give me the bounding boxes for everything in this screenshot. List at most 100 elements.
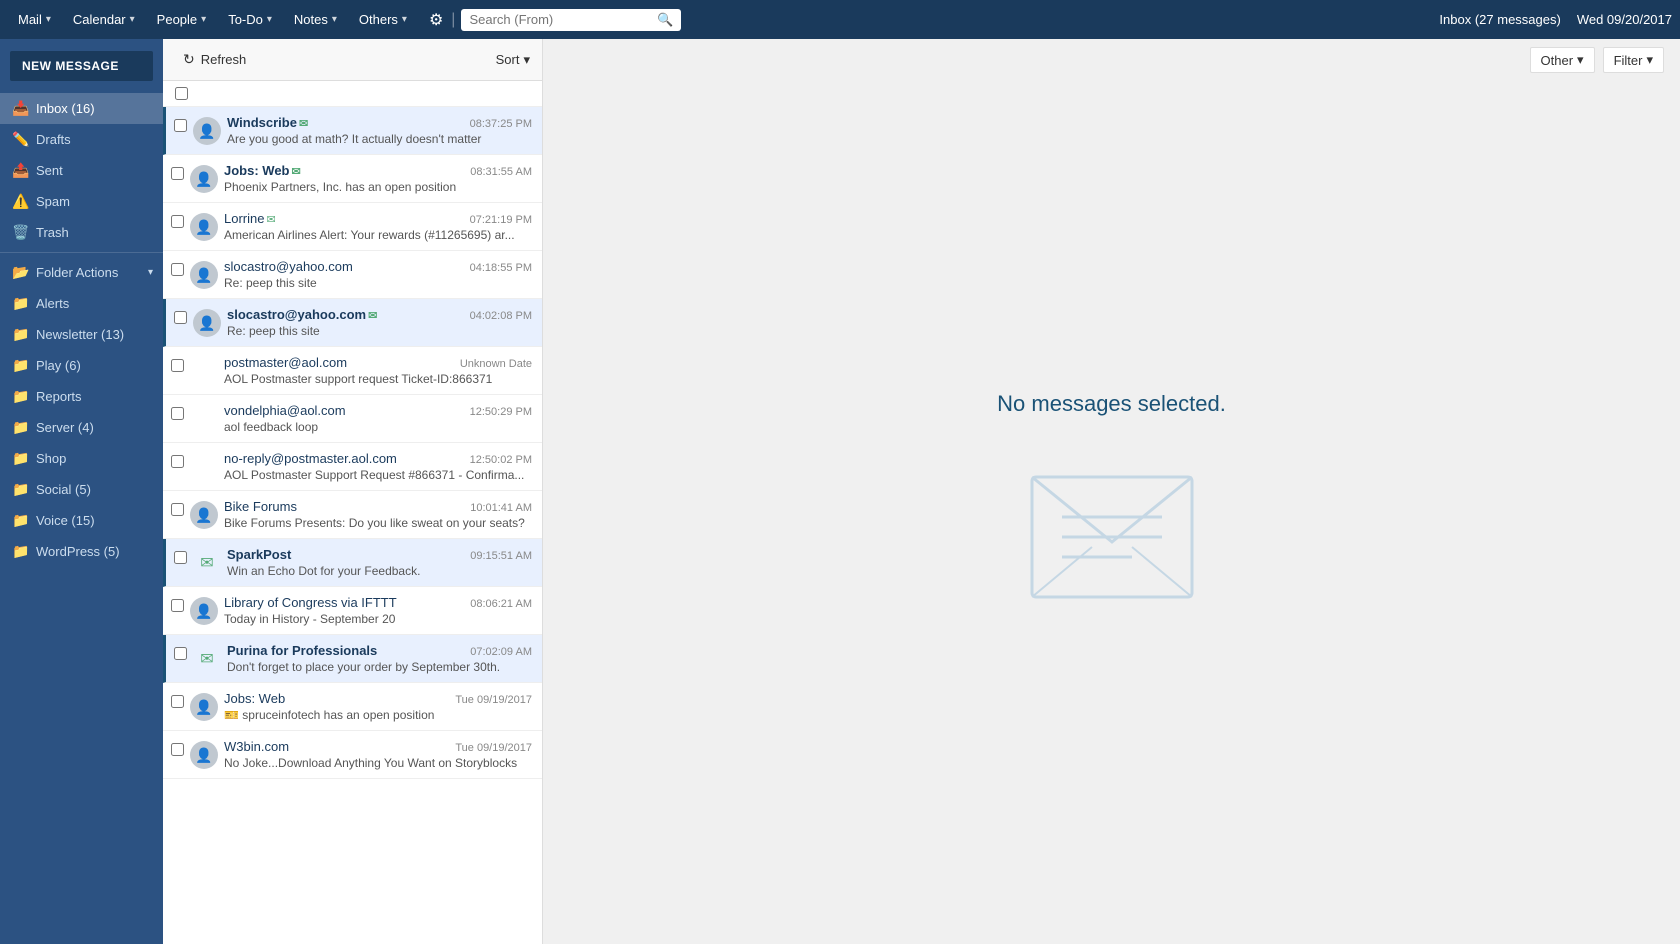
email-preview: American Airlines Alert: Your rewards (#…: [224, 228, 532, 242]
avatar: 👤: [190, 501, 218, 529]
sidebar-item-drafts[interactable]: ✏️ Drafts: [0, 124, 163, 155]
select-all-row: [163, 81, 542, 107]
sidebar-item-play[interactable]: 📁 Play (6): [0, 350, 163, 381]
nav-people[interactable]: People ▾: [147, 8, 217, 31]
email-item[interactable]: 👤 slocastro@yahoo.com 04:18:55 PM Re: pe…: [163, 251, 542, 299]
sidebar-social-label: Social (5): [36, 482, 91, 497]
nav-mail[interactable]: Mail ▾: [8, 8, 61, 31]
email-preview: Win an Echo Dot for your Feedback.: [227, 564, 532, 578]
email-checkbox-container: [171, 263, 184, 279]
email-sender: Jobs: Web: [224, 691, 285, 706]
sidebar-item-server[interactable]: 📁 Server (4): [0, 412, 163, 443]
email-header: slocastro@yahoo.com 04:18:55 PM: [224, 259, 532, 274]
email-checkbox-container: [174, 311, 187, 327]
email-checkbox[interactable]: [171, 503, 184, 516]
email-checkbox[interactable]: [171, 167, 184, 180]
sidebar-item-newsletter[interactable]: 📁 Newsletter (13): [0, 319, 163, 350]
email-item[interactable]: 👤 Jobs: Web Tue 09/19/2017 🎫 spruceinfot…: [163, 683, 542, 731]
email-checkbox-container: [171, 743, 184, 759]
select-all-checkbox[interactable]: [175, 87, 188, 100]
email-checkbox[interactable]: [171, 359, 184, 372]
email-item[interactable]: 👤 Jobs: Web✉ 08:31:55 AM Phoenix Partner…: [163, 155, 542, 203]
email-checkbox[interactable]: [174, 311, 187, 324]
email-checkbox[interactable]: [171, 599, 184, 612]
email-checkbox-container: [174, 551, 187, 567]
email-sender: vondelphia@aol.com: [224, 403, 346, 418]
email-checkbox[interactable]: [171, 743, 184, 756]
email-checkbox[interactable]: [171, 695, 184, 708]
filter-caret-icon: ▾: [1646, 52, 1653, 68]
email-checkbox-container: [171, 455, 184, 471]
refresh-button[interactable]: ↻ Refresh: [175, 47, 254, 72]
email-item[interactable]: ✉ SparkPost 09:15:51 AM Win an Echo Dot …: [163, 539, 542, 587]
email-preview: Re: peep this site: [227, 324, 532, 338]
trash-icon: 🗑️: [12, 224, 28, 241]
email-item[interactable]: 👤 slocastro@yahoo.com✉ 04:02:08 PM Re: p…: [163, 299, 542, 347]
folder-actions-caret-icon: ▾: [148, 267, 153, 278]
sidebar-item-social[interactable]: 📁 Social (5): [0, 474, 163, 505]
email-checkbox[interactable]: [171, 407, 184, 420]
sidebar-item-wordpress[interactable]: 📁 WordPress (5): [0, 536, 163, 567]
mail-label: Mail: [18, 12, 42, 27]
email-checkbox[interactable]: [174, 551, 187, 564]
email-preview: Today in History - September 20: [224, 612, 532, 626]
sidebar-item-trash[interactable]: 🗑️ Trash: [0, 217, 163, 248]
email-time: 10:01:41 AM: [470, 502, 532, 514]
sidebar-item-reports[interactable]: 📁 Reports: [0, 381, 163, 412]
server-folder-icon: 📁: [12, 419, 28, 436]
email-body: postmaster@aol.com Unknown Date AOL Post…: [224, 355, 532, 386]
email-item[interactable]: 👤 Bike Forums 10:01:41 AM Bike Forums Pr…: [163, 491, 542, 539]
sidebar-sent-label: Sent: [36, 163, 63, 178]
email-checkbox[interactable]: [174, 119, 187, 132]
search-box[interactable]: 🔍: [461, 9, 681, 31]
nav-calendar[interactable]: Calendar ▾: [63, 8, 145, 31]
email-checkbox[interactable]: [171, 215, 184, 228]
folder-actions-header[interactable]: 📂 Folder Actions ▾: [0, 257, 163, 288]
todo-caret-icon: ▾: [267, 14, 272, 25]
email-checkbox-container: [171, 407, 184, 423]
email-checkbox[interactable]: [171, 455, 184, 468]
email-header: slocastro@yahoo.com✉ 04:02:08 PM: [227, 307, 532, 322]
reading-pane-toolbar: Other ▾ Filter ▾: [543, 39, 1680, 77]
email-list: 👤 Windscribe✉ 08:37:25 PM Are you good a…: [163, 107, 542, 944]
settings-icon[interactable]: ⚙: [423, 6, 449, 34]
email-item[interactable]: no-reply@postmaster.aol.com 12:50:02 PM …: [163, 443, 542, 491]
sidebar-item-shop[interactable]: 📁 Shop: [0, 443, 163, 474]
sidebar-item-spam[interactable]: ⚠️ Spam: [0, 186, 163, 217]
sort-dropdown[interactable]: Sort ▾: [496, 52, 530, 68]
sidebar-item-sent[interactable]: 📤 Sent: [0, 155, 163, 186]
sidebar-item-inbox[interactable]: 📥 Inbox (16): [0, 93, 163, 124]
email-body: slocastro@yahoo.com✉ 04:02:08 PM Re: pee…: [227, 307, 532, 338]
filter-button[interactable]: Filter ▾: [1603, 47, 1664, 73]
email-item[interactable]: 👤 Library of Congress via IFTTT 08:06:21…: [163, 587, 542, 635]
email-item[interactable]: 👤 W3bin.com Tue 09/19/2017 No Joke...Dow…: [163, 731, 542, 779]
email-item[interactable]: vondelphia@aol.com 12:50:29 PM aol feedb…: [163, 395, 542, 443]
email-time: 07:21:19 PM: [470, 214, 532, 226]
email-checkbox[interactable]: [174, 647, 187, 660]
email-header: SparkPost 09:15:51 AM: [227, 547, 532, 562]
new-message-button[interactable]: NEW MESSAGE: [10, 51, 153, 81]
nav-notes[interactable]: Notes ▾: [284, 8, 347, 31]
other-dropdown[interactable]: Other ▾: [1530, 47, 1595, 73]
sidebar-newsletter-label: Newsletter (13): [36, 327, 124, 342]
email-item[interactable]: postmaster@aol.com Unknown Date AOL Post…: [163, 347, 542, 395]
email-header: Purina for Professionals 07:02:09 AM: [227, 643, 532, 658]
sidebar-item-alerts[interactable]: 📁 Alerts: [0, 288, 163, 319]
mail-caret-icon: ▾: [46, 14, 51, 25]
email-time: 09:15:51 AM: [470, 550, 532, 562]
wordpress-folder-icon: 📁: [12, 543, 28, 560]
nav-todo[interactable]: To-Do ▾: [218, 8, 282, 31]
play-folder-icon: 📁: [12, 357, 28, 374]
nav-others[interactable]: Others ▾: [349, 8, 417, 31]
sidebar-item-voice[interactable]: 📁 Voice (15): [0, 505, 163, 536]
email-checkbox[interactable]: [171, 263, 184, 276]
email-time: 12:50:02 PM: [470, 454, 532, 466]
notes-label: Notes: [294, 12, 328, 27]
email-list-toolbar: ↻ Refresh Sort ▾: [163, 39, 542, 81]
email-item[interactable]: ✉ Purina for Professionals 07:02:09 AM D…: [163, 635, 542, 683]
empty-envelope-icon: [1012, 447, 1212, 630]
email-item[interactable]: 👤 Lorrine✉ 07:21:19 PM American Airlines…: [163, 203, 542, 251]
search-input[interactable]: [469, 12, 653, 27]
reading-pane: Other ▾ Filter ▾ No messages selected.: [543, 39, 1680, 944]
email-item[interactable]: 👤 Windscribe✉ 08:37:25 PM Are you good a…: [163, 107, 542, 155]
